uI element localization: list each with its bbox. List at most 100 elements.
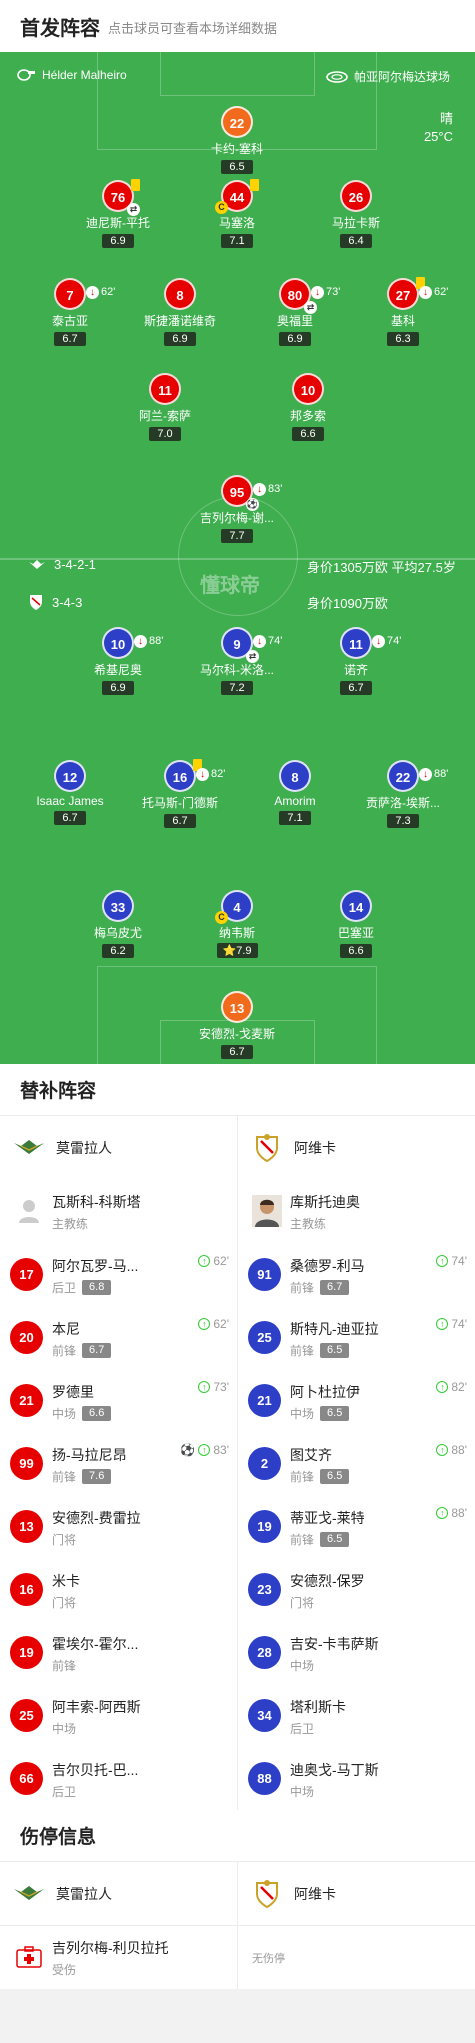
player-name: 吉列尔梅-谢... [200, 511, 274, 525]
injuries-title: 伤停信息 [0, 1810, 475, 1862]
away-coach-row[interactable]: 库斯托迪奥 主教练 [238, 1180, 475, 1243]
coach-role: 主教练 [52, 1217, 89, 1231]
sub-off-indicator: ↓ 62' [419, 276, 448, 308]
sub-name: 安德烈-保罗 [290, 1573, 365, 1589]
player-marker[interactable]: 27 ↓ 62' 基科 6.3 [343, 276, 463, 347]
player-marker[interactable]: 9 ↓ 74' ⇄ 马尔科-米洛... 7.2 [177, 627, 297, 696]
sub-position-line: 中场 [290, 1783, 314, 1800]
sub-name: 阿丰索-阿西斯 [52, 1699, 141, 1715]
sub-position: 前锋 [52, 1344, 77, 1358]
player-rating: 7.0 [149, 427, 181, 441]
away-formation-text: 3-4-3 [52, 594, 83, 610]
substitute-row[interactable]: 17 阿尔瓦罗-马... 后卫 6.8 ↑ 62' [0, 1244, 237, 1307]
jersey-number: 44 C [215, 179, 259, 214]
away-team-header[interactable]: 阿维卡 [238, 1116, 475, 1180]
sub-rating: 6.8 [82, 1280, 112, 1295]
substitute-row[interactable]: 13 安德烈-费雷拉 门将 [0, 1496, 237, 1559]
sub-on-indicator: ↑ 73' [198, 1380, 229, 1394]
first-aid-icon [16, 1946, 42, 1968]
sub-position: 中场 [52, 1722, 77, 1736]
sub-name: 吉尔贝托-巴... [52, 1762, 139, 1778]
player-marker[interactable]: 11 阿兰-索萨 7.0 [105, 373, 225, 442]
sub-off-icon: ↓ [419, 767, 432, 781]
player-marker[interactable]: 10 邦多索 6.6 [248, 373, 368, 442]
substitute-row[interactable]: 99 扬-马拉尼昂 前锋 7.6 ⚽ ↑ 83' [0, 1433, 237, 1496]
sub-rating: 6.5 [320, 1343, 350, 1358]
substitute-row[interactable]: 34 塔利斯卡 后卫 [238, 1685, 475, 1748]
sub-position-line: 中场 [52, 1720, 76, 1737]
jersey-number: 26 [340, 180, 372, 212]
player-marker[interactable]: 7 ↓ 62' 泰古亚 6.7 [10, 278, 130, 347]
player-marker[interactable]: 11 ↓ 74' 诺齐 6.7 [296, 627, 416, 696]
player-marker[interactable]: 33 梅乌皮尤 6.2 [58, 890, 178, 959]
substitute-row[interactable]: 25 阿丰索-阿西斯 中场 [0, 1685, 237, 1748]
sub-jersey-number: 25 [248, 1321, 281, 1354]
player-marker[interactable]: 22 ↓ 88' 贡萨洛-埃斯... 7.3 [343, 760, 463, 829]
injury-row[interactable]: 吉列尔梅-利贝拉托 受伤 [0, 1926, 237, 1989]
home-formation: 3-4-2-1 [28, 557, 96, 572]
substitute-row[interactable]: 19 霍埃尔-霍尔... 前锋 [0, 1622, 237, 1685]
sub-on-icon: ↑ [198, 1444, 211, 1456]
home-team-logo-icon [14, 1140, 44, 1154]
player-name: 巴塞亚 [337, 926, 374, 940]
player-marker[interactable]: 10 ↓ 88' 希基尼奥 6.9 [58, 627, 178, 696]
home-coach: Hélder Malheiro [16, 68, 127, 82]
substitute-row[interactable]: 19 蒂亚戈-莱特 前锋 6.5 ↑ 88' [238, 1496, 475, 1559]
sub-jersey-number: 21 [248, 1384, 281, 1417]
page-subtitle: 点击球员可查看本场详细数据 [108, 21, 278, 36]
player-marker[interactable]: 8 Amorim 7.1 [235, 760, 355, 826]
sub-position: 中场 [290, 1407, 315, 1421]
player-marker[interactable]: 26 马拉卡斯 6.4 [296, 180, 416, 249]
sub-position: 后卫 [52, 1785, 77, 1799]
player-marker[interactable]: 95 ↓ 83' ⚽ 吉列尔梅-谢... 7.7 [177, 475, 297, 544]
injury-away-team[interactable]: 阿维卡 [238, 1862, 475, 1926]
sub-on-indicator: ↑ 74' [436, 1254, 467, 1268]
substitute-row[interactable]: 66 吉尔贝托-巴... 后卫 [0, 1748, 237, 1811]
sub-off-icon: ↓ [134, 634, 147, 648]
player-marker[interactable]: 44 C 马塞洛 7.1 [177, 179, 297, 249]
sub-position-line: 前锋 6.5 [290, 1342, 350, 1359]
player-marker[interactable]: 76 ⇄ 迪尼斯-平托 6.9 [58, 179, 178, 249]
sub-position-line: 前锋 6.5 [290, 1531, 350, 1548]
sub-position: 前锋 [52, 1659, 77, 1673]
substitute-row[interactable]: 88 迪奥戈-马丁斯 中场 [238, 1748, 475, 1811]
substitute-row[interactable]: 21 阿卜杜拉伊 中场 6.5 ↑ 82' [238, 1370, 475, 1433]
player-marker[interactable]: 4 C 纳韦斯 ⭐7.9 [177, 890, 297, 959]
captain-icon: C [215, 201, 228, 214]
player-marker[interactable]: 16 ↓ 82' 托马斯-门德斯 6.7 [120, 759, 240, 829]
substitute-row[interactable]: 23 安德烈-保罗 门将 [238, 1559, 475, 1622]
sub-on-icon: ↑ [436, 1255, 449, 1267]
player-rating: 6.7 [164, 814, 196, 828]
player-marker[interactable]: 13 安德烈-戈麦斯 6.7 [177, 991, 297, 1060]
player-marker[interactable]: 12 Isaac James 6.7 [10, 760, 130, 826]
substitute-row[interactable]: 2 图艾齐 前锋 6.5 ↑ 88' [238, 1433, 475, 1496]
home-team-header[interactable]: 莫雷拉人 [0, 1116, 237, 1180]
coach-name: 瓦斯科-科斯塔 [52, 1194, 141, 1210]
yellow-card-icon [250, 179, 259, 191]
star-icon: ⭐ [222, 945, 237, 957]
sub-on-icon: ↑ [198, 1318, 211, 1330]
substitute-row[interactable]: 25 斯特凡-迪亚拉 前锋 6.5 ↑ 74' [238, 1307, 475, 1370]
player-marker[interactable]: 14 巴塞亚 6.6 [296, 890, 416, 959]
substitute-row[interactable]: 20 本尼 前锋 6.7 ↑ 62' [0, 1307, 237, 1370]
player-marker[interactable]: 8 斯捷潘诺维奇 6.9 [120, 278, 240, 347]
player-marker[interactable]: 22 卡约-塞科 6.5 [177, 106, 297, 175]
sub-position-line: 中场 6.5 [290, 1405, 350, 1422]
substitute-row[interactable]: 28 吉安-卡韦萨斯 中场 [238, 1622, 475, 1685]
injured-player-name: 吉列尔梅-利贝拉托 [52, 1940, 169, 1956]
away-team-logo-icon [256, 1134, 278, 1163]
player-marker[interactable]: 80 ↓ 73' ⇄ 奥福里 6.9 [235, 278, 355, 347]
sub-jersey-number: 2 [248, 1447, 281, 1480]
sub-name: 扬-马拉尼昂 [52, 1447, 127, 1463]
player-name: 卡约-塞科 [211, 142, 263, 156]
home-coach-row[interactable]: 瓦斯科-科斯塔 主教练 [0, 1180, 237, 1243]
temperature: 25°C [423, 129, 453, 144]
player-rating: 6.7 [221, 1045, 253, 1059]
substitute-row[interactable]: 91 桑德罗-利马 前锋 6.7 ↑ 74' [238, 1244, 475, 1307]
jersey-number: 7 ↓ 62' [54, 278, 115, 310]
sub-position: 门将 [52, 1596, 77, 1610]
substitute-row[interactable]: 21 罗德里 中场 6.6 ↑ 73' [0, 1370, 237, 1433]
substitute-row[interactable]: 16 米卡 门将 [0, 1559, 237, 1622]
player-rating: 6.7 [340, 681, 372, 695]
injury-home-team[interactable]: 莫雷拉人 [0, 1862, 237, 1926]
